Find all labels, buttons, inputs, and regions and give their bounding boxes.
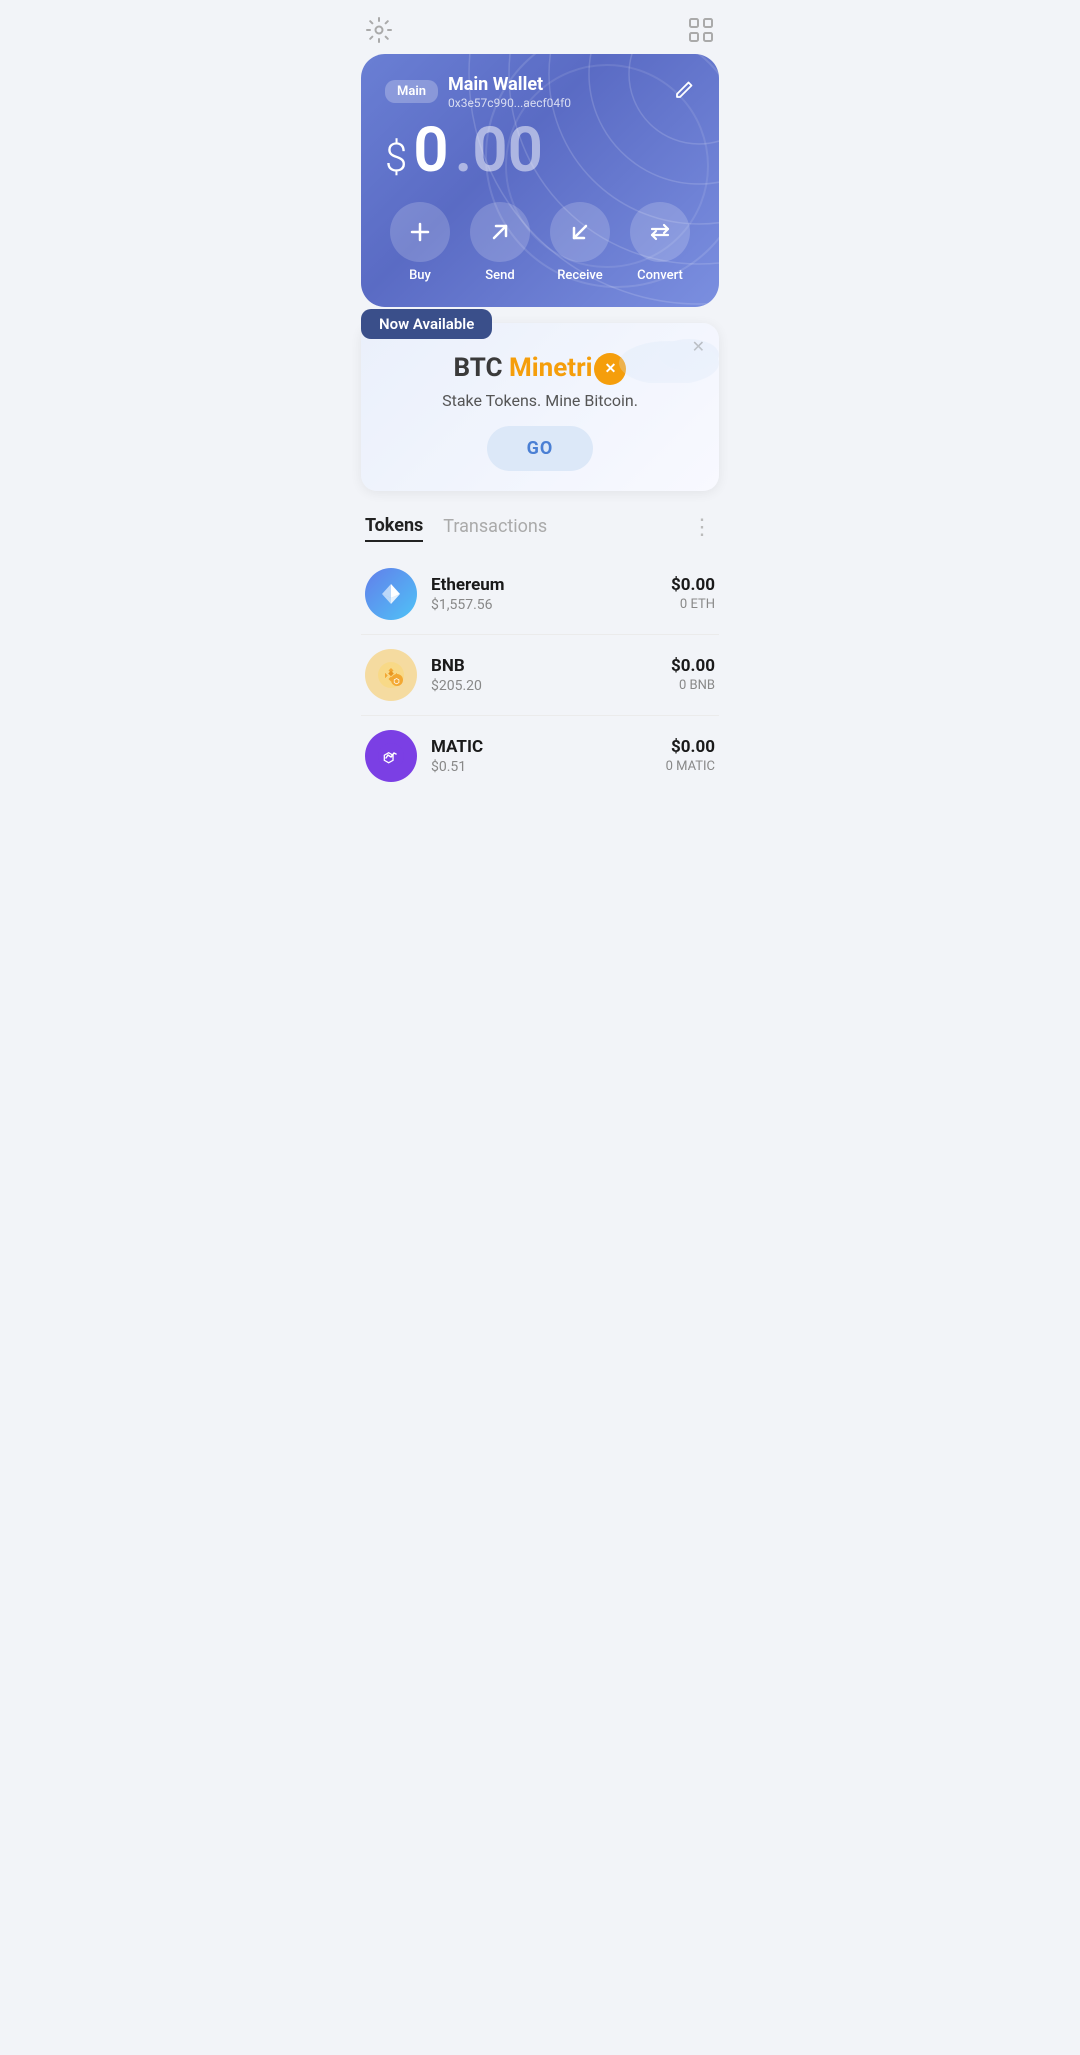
token-item-eth[interactable]: Ethereum $1,557.56 $0.00 0 ETH [361, 554, 719, 635]
tabs-more-icon[interactable]: ⋮ [691, 517, 715, 539]
tab-tokens[interactable]: Tokens [365, 515, 423, 542]
convert-icon-circle [630, 202, 690, 262]
wallet-badge: Main [385, 80, 438, 103]
matic-balance: $0.00 0 MATIC [666, 737, 715, 774]
buy-label: Buy [409, 268, 431, 283]
go-button[interactable]: GO [487, 426, 594, 471]
convert-button[interactable]: Convert [625, 202, 695, 283]
bnb-usd: $0.00 [671, 656, 715, 676]
svg-text:⬡: ⬡ [383, 751, 394, 766]
eth-amount: 0 ETH [671, 597, 715, 612]
balance-row: $ 0 .00 [385, 120, 695, 182]
eth-price: $1,557.56 [431, 597, 657, 613]
settings-icon[interactable] [365, 16, 393, 44]
now-available-tag: Now Available [361, 309, 492, 339]
wallet-card: Main Main Wallet 0x3e57c990...aecf04f0 $… [361, 54, 719, 307]
send-label: Send [485, 268, 514, 283]
receive-icon-circle [550, 202, 610, 262]
token-item-matic[interactable]: ⬡ MATIC $0.51 $0.00 0 MATIC [361, 716, 719, 796]
buy-button[interactable]: Buy [385, 202, 455, 283]
wallet-address: 0x3e57c990...aecf04f0 [448, 96, 571, 110]
token-item-bnb[interactable]: ⬡ BNB $205.20 $0.00 0 BNB [361, 635, 719, 716]
bnb-amount: 0 BNB [671, 678, 715, 693]
btc-text: BTC [454, 353, 503, 383]
tabs-row: Tokens Transactions ⋮ [345, 507, 735, 546]
buy-icon-circle [390, 202, 450, 262]
bnb-info: BNB $205.20 [431, 656, 657, 694]
token-list: Ethereum $1,557.56 $0.00 0 ETH ⬡ BNB [345, 546, 735, 804]
scan-icon[interactable] [687, 16, 715, 44]
balance-decimal: .00 [455, 120, 543, 182]
matic-icon: ⬡ [365, 730, 417, 782]
eth-usd: $0.00 [671, 575, 715, 595]
matic-info: MATIC $0.51 [431, 737, 652, 775]
matic-amount: 0 MATIC [666, 759, 715, 774]
edit-wallet-icon[interactable] [673, 79, 695, 105]
eth-icon [365, 568, 417, 620]
send-button[interactable]: Send [465, 202, 535, 283]
banner-wrapper: Now Available ✕ BTC Minetri✕ Stake Token… [361, 323, 719, 491]
wallet-name: Main Wallet [448, 74, 571, 96]
wallet-header: Main Main Wallet 0x3e57c990...aecf04f0 [385, 74, 695, 110]
wallet-header-left: Main Main Wallet 0x3e57c990...aecf04f0 [385, 74, 571, 110]
banner-card: ✕ BTC Minetri✕ Stake Tokens. Mine Bitcoi… [361, 323, 719, 491]
receive-button[interactable]: Receive [545, 202, 615, 283]
svg-text:⬡: ⬡ [394, 677, 400, 685]
action-buttons: Buy Send Receive [385, 202, 695, 283]
tab-transactions[interactable]: Transactions [443, 516, 547, 541]
send-icon-circle [470, 202, 530, 262]
balance-dollar-sign: $ [385, 134, 407, 181]
eth-balance: $0.00 0 ETH [671, 575, 715, 612]
bnb-name: BNB [431, 656, 657, 676]
banner-clouds [599, 323, 719, 387]
bnb-balance: $0.00 0 BNB [671, 656, 715, 693]
matic-usd: $0.00 [666, 737, 715, 757]
matic-name: MATIC [431, 737, 652, 757]
matic-price: $0.51 [431, 759, 652, 775]
bnb-price: $205.20 [431, 678, 657, 694]
top-bar [345, 0, 735, 54]
banner-subtitle: Stake Tokens. Mine Bitcoin. [381, 391, 699, 410]
convert-label: Convert [637, 268, 683, 283]
bnb-icon: ⬡ [365, 649, 417, 701]
receive-label: Receive [557, 268, 603, 283]
eth-name: Ethereum [431, 575, 657, 595]
balance-whole: 0 [413, 120, 448, 182]
wallet-name-block: Main Wallet 0x3e57c990...aecf04f0 [448, 74, 571, 110]
eth-info: Ethereum $1,557.56 [431, 575, 657, 613]
minetrix-text: Minetri [509, 353, 592, 383]
